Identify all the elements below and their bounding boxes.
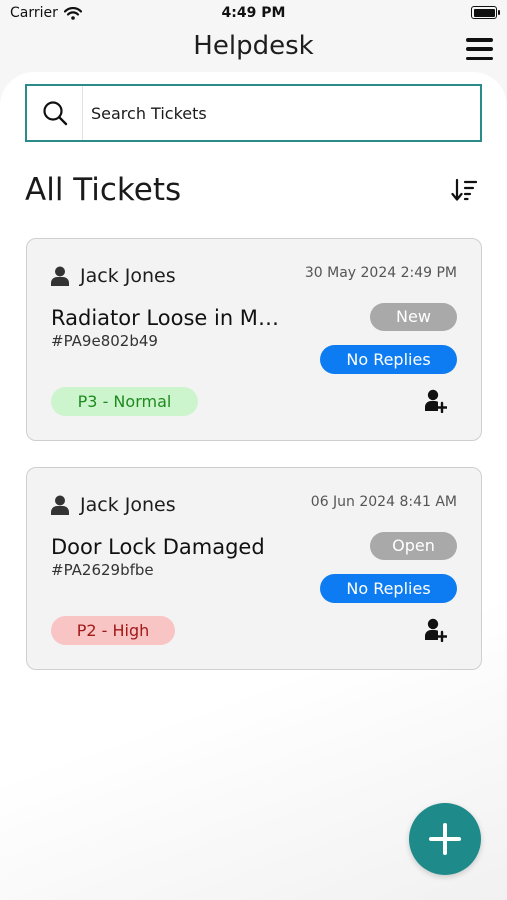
- assign-user-icon[interactable]: [425, 618, 447, 642]
- ticket-title: Radiator Loose in Main Hall: [51, 306, 281, 330]
- hamburger-menu-icon[interactable]: [466, 38, 493, 60]
- battery-icon: [471, 6, 500, 19]
- page-title: All Tickets: [25, 172, 182, 208]
- app-header: Helpdesk: [0, 28, 507, 68]
- ticket-id: #PA9e802b49: [51, 332, 158, 350]
- search-icon-wrap: [27, 86, 83, 140]
- clock: 4:49 PM: [221, 5, 286, 21]
- ticket-requester: Jack Jones: [51, 265, 176, 287]
- app-title: Helpdesk: [193, 31, 314, 61]
- priority-badge: P3 - Normal: [51, 387, 198, 416]
- plus-icon: [429, 823, 461, 855]
- requester-name: Jack Jones: [80, 494, 176, 516]
- sort-descending-icon[interactable]: [451, 178, 477, 202]
- search-input[interactable]: [83, 86, 480, 140]
- replies-badge: No Replies: [320, 345, 457, 374]
- main-panel: All Tickets Jack Jones 30 May 2024 2:49 …: [0, 72, 507, 900]
- ticket-date: 06 Jun 2024 8:41 AM: [310, 494, 457, 510]
- priority-badge: P2 - High: [51, 616, 175, 645]
- add-ticket-button[interactable]: [409, 803, 481, 875]
- search-icon[interactable]: [42, 100, 68, 126]
- assign-user-icon[interactable]: [425, 389, 447, 413]
- ticket-date: 30 May 2024 2:49 PM: [304, 265, 457, 281]
- user-icon: [51, 495, 69, 515]
- user-icon: [51, 266, 69, 286]
- status-bar: Carrier 4:49 PM: [0, 0, 507, 28]
- ticket-requester: Jack Jones: [51, 494, 176, 516]
- search-bar: [25, 84, 482, 142]
- requester-name: Jack Jones: [80, 265, 176, 287]
- ticket-card[interactable]: Jack Jones 06 Jun 2024 8:41 AM Door Lock…: [26, 467, 482, 670]
- ticket-id: #PA2629bfbe: [51, 561, 154, 579]
- ticket-title: Door Lock Damaged: [51, 535, 265, 559]
- replies-badge: No Replies: [320, 574, 457, 603]
- status-badge: Open: [370, 532, 457, 560]
- ticket-card[interactable]: Jack Jones 30 May 2024 2:49 PM Radiator …: [26, 238, 482, 441]
- status-badge: New: [370, 303, 457, 331]
